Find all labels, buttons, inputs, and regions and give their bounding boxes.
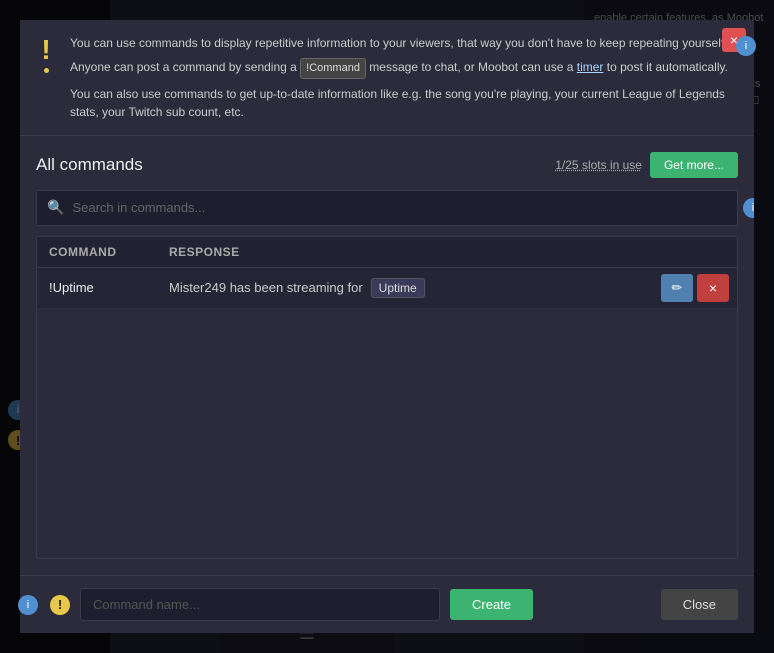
get-more-button[interactable]: Get more...	[650, 152, 738, 178]
search-row: 🔍 i	[36, 190, 738, 226]
banner-para2-post: message to chat, or Moobot can use a	[369, 60, 573, 74]
edit-button[interactable]: ✏	[661, 274, 693, 302]
banner-info-button[interactable]: i	[736, 36, 756, 56]
close-button[interactable]: Close	[661, 589, 738, 620]
search-input[interactable]	[72, 200, 727, 215]
create-button[interactable]: Create	[450, 589, 533, 620]
table-row: !Uptime Mister249 has been streaming for…	[37, 268, 737, 309]
info-banner: ! You can use commands to display repeti…	[20, 20, 754, 136]
banner-para2-pre: Anyone can post a command by sending a	[70, 60, 297, 74]
col-response: RESPONSE	[157, 237, 647, 267]
commands-table: COMMAND RESPONSE !Uptime Mister249 has b…	[36, 236, 738, 560]
response-cell: Mister249 has been streaming for Uptime	[157, 268, 661, 308]
banner-para1: You can use commands to display repetiti…	[70, 34, 738, 52]
commands-title: All commands	[36, 155, 143, 175]
commands-header: All commands 1/25 slots in use Get more.…	[36, 152, 738, 178]
timer-link[interactable]: timer	[577, 60, 604, 74]
slots-text: 1/25 slots in use	[555, 158, 642, 172]
create-bar-warning-icon: !	[50, 595, 70, 615]
uptime-badge: Uptime	[371, 278, 425, 298]
response-text: Mister249 has been streaming for	[169, 280, 363, 295]
icommand-badge: !Command	[300, 58, 366, 79]
commands-modal: ! You can use commands to display repeti…	[20, 20, 754, 633]
slots-group: 1/25 slots in use Get more...	[555, 152, 738, 178]
banner-text: You can use commands to display repetiti…	[70, 34, 738, 121]
command-cell: !Uptime	[37, 270, 157, 305]
search-icon: 🔍	[47, 199, 64, 216]
create-bar: i ! Create Close	[20, 575, 754, 633]
col-command: COMMAND	[37, 237, 157, 267]
exclamation-icon: !	[36, 36, 56, 73]
banner-para3: You can also use commands to get up-to-d…	[70, 85, 738, 121]
command-name-input[interactable]	[80, 588, 440, 621]
search-info-button[interactable]: i	[743, 198, 754, 218]
delete-button[interactable]: ×	[697, 274, 729, 302]
commands-section: All commands 1/25 slots in use Get more.…	[20, 136, 754, 576]
row-actions: ✏ ×	[661, 274, 729, 302]
table-header: COMMAND RESPONSE	[37, 237, 737, 268]
create-bar-info-button[interactable]: i	[18, 595, 38, 615]
banner-para2: Anyone can post a command by sending a !…	[70, 58, 738, 79]
banner-para2-end: to post it automatically.	[607, 60, 728, 74]
